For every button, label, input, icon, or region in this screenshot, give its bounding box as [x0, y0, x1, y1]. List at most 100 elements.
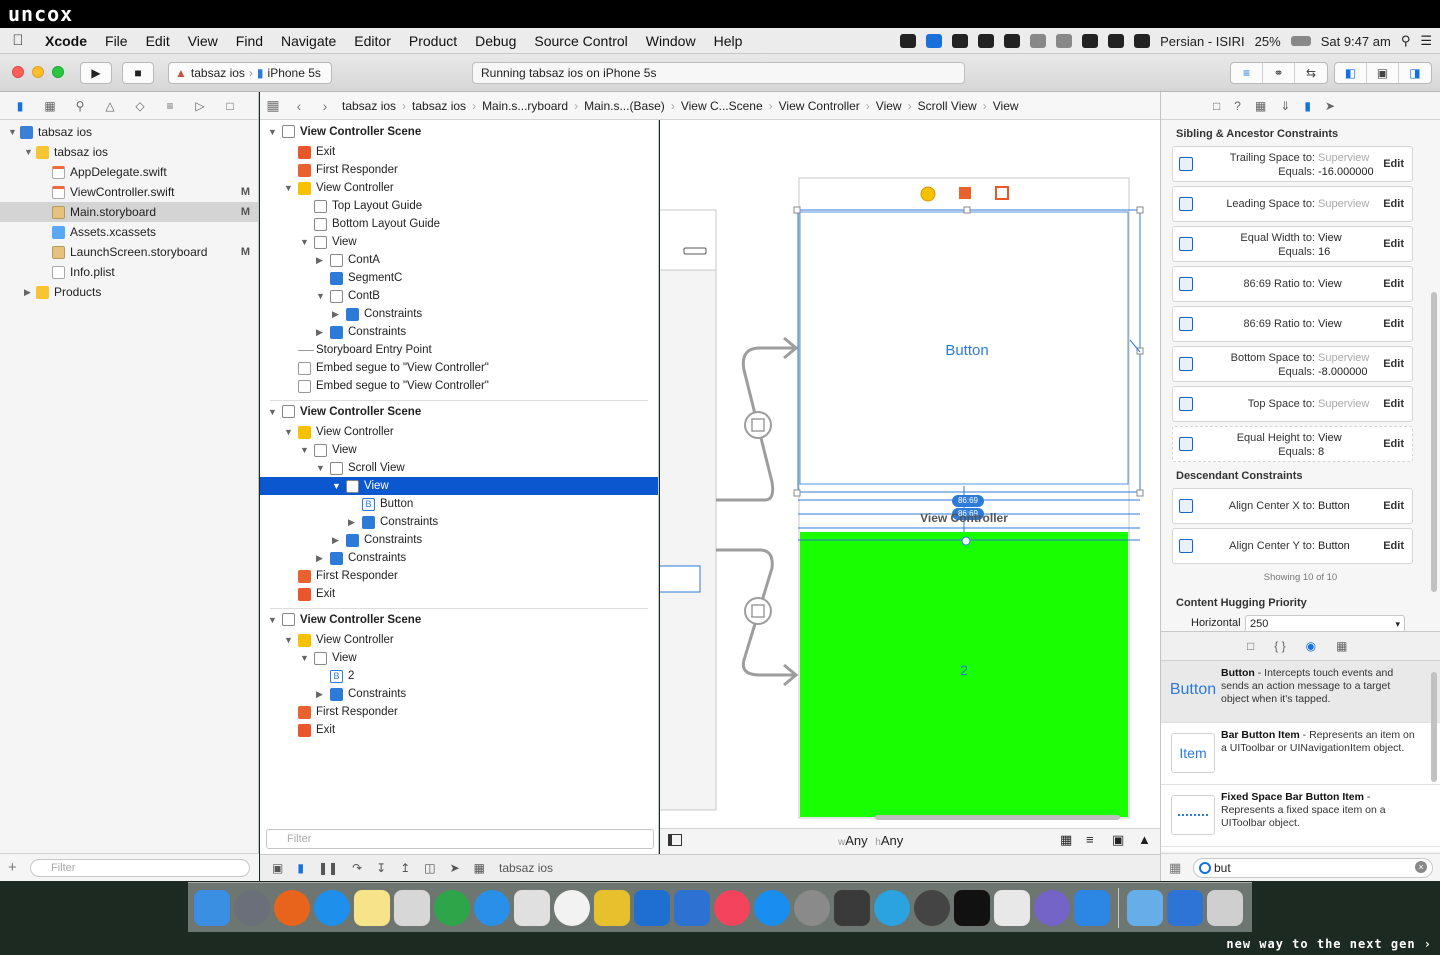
outline-scene-row[interactable]: ▼ View Controller Scene [260, 401, 658, 423]
disclosure-open-icon[interactable]: ▼ [8, 122, 18, 142]
constraint-card[interactable]: Top Space to: Superview Edit [1172, 386, 1413, 422]
disclosure-open-icon[interactable]: ▼ [284, 631, 293, 649]
disclosure-open-icon[interactable]: ▼ [300, 233, 309, 251]
chrome-icon[interactable] [434, 889, 470, 926]
jump-bar-item[interactable]: Main.s...(Base) [580, 99, 669, 113]
run-button[interactable]: ▶ [80, 62, 112, 84]
storyboard-canvas[interactable]: Button 86:69 86:69 View Controller 2 [660, 120, 1160, 828]
step-over-icon[interactable]: ↷ [352, 861, 362, 875]
align-icon[interactable]: ≡ [1086, 832, 1094, 847]
attributes-inspector-icon[interactable]: ⇓ [1280, 99, 1290, 113]
disclosure-open-icon[interactable]: ▼ [300, 649, 309, 667]
outline-row[interactable]: ▼ Scroll View [260, 459, 658, 477]
grid-view-icon[interactable]: ▦ [1169, 860, 1181, 876]
disclosure-open-icon[interactable]: ▼ [268, 121, 277, 143]
outline-row[interactable]: ▼ View [260, 233, 658, 251]
test-navigator-icon[interactable]: ◇ [132, 99, 148, 113]
navigator-item[interactable]: LaunchScreen.storyboard M [0, 242, 258, 262]
disclosure-open-icon[interactable]: ▼ [268, 609, 277, 631]
notes-icon[interactable] [354, 889, 390, 926]
hide-debug-area-icon[interactable]: ▣ [272, 861, 283, 875]
navigator-item[interactable]: ▼ tabsaz ios [0, 122, 258, 142]
constraint-card[interactable]: Leading Space to: Superview Edit [1172, 186, 1413, 222]
navigator-item[interactable]: ViewController.swift M [0, 182, 258, 202]
system-preferences-icon[interactable] [794, 889, 830, 926]
edit-constraint-button[interactable]: Edit [1383, 358, 1404, 370]
navigator-toggle-icon[interactable]: ◧ [1335, 63, 1367, 83]
constraint-card[interactable]: Equal Height to: View Equals: 8 Edit [1172, 426, 1413, 462]
forward-arrow-icon[interactable]: › [312, 98, 338, 114]
telegram-icon[interactable] [874, 889, 910, 926]
outline-row[interactable]: First Responder [260, 161, 658, 179]
edit-constraint-button[interactable]: Edit [1383, 158, 1404, 170]
descendant-constraint-card[interactable]: Align Center X to: Button Edit [1172, 488, 1413, 524]
apple-menu-icon[interactable]:  [0, 32, 36, 49]
outline-row[interactable]: Exit [260, 143, 658, 161]
descendant-constraint-card[interactable]: Align Center Y to: Button Edit [1172, 528, 1413, 564]
edit-constraint-button[interactable]: Edit [1383, 238, 1404, 250]
outline-row[interactable]: ▶ ContA [260, 251, 658, 269]
outline-row[interactable]: B2 [260, 667, 658, 685]
disclosure-closed-icon[interactable]: ▶ [332, 531, 339, 549]
symbol-navigator-icon[interactable]: ▦ [42, 99, 58, 113]
outline-toggle-icon[interactable] [668, 834, 682, 846]
debug-navigator-icon[interactable]: ≡ [162, 99, 178, 113]
identity-inspector-icon[interactable]: ▦ [1255, 99, 1266, 113]
disclosure-open-icon[interactable]: ▼ [24, 142, 34, 162]
keynote-icon[interactable] [634, 889, 670, 926]
edit-constraint-button[interactable]: Edit [1383, 438, 1404, 450]
constraint-card[interactable]: 86:69 Ratio to: View Edit [1172, 306, 1413, 342]
jump-bar-item[interactable]: View [872, 99, 906, 113]
jump-bar-item[interactable]: tabsaz ios [338, 99, 400, 113]
report-navigator-icon[interactable]: □ [222, 99, 238, 113]
find-navigator-icon[interactable]: ⚲ [72, 99, 88, 113]
navigator-item[interactable]: Main.storyboard M [0, 202, 258, 222]
outline-row[interactable]: First Responder [260, 567, 658, 585]
download-status-icon[interactable] [926, 34, 943, 48]
outline-row[interactable]: Top Layout Guide [260, 197, 658, 215]
airplay-status-icon[interactable] [952, 34, 969, 48]
disclosure-closed-icon[interactable]: ▶ [316, 549, 323, 567]
finder-icon[interactable] [194, 889, 230, 926]
inspector-scrollbar[interactable] [1431, 292, 1437, 592]
outline-row[interactable]: ▶ Constraints [260, 513, 658, 531]
size-class-selector[interactable]: wAny hAny [838, 833, 903, 848]
add-file-icon[interactable]: + [8, 859, 17, 876]
k-status-icon[interactable] [978, 34, 995, 48]
constraint-card[interactable]: 86:69 Ratio to: View Edit [1172, 266, 1413, 302]
outline-row[interactable]: B Button [260, 495, 658, 513]
media-library-icon[interactable]: ▦ [1336, 639, 1347, 653]
launchpad-icon[interactable] [234, 889, 270, 926]
outline-filter-input[interactable]: Filter [266, 829, 654, 849]
canvas-button-label[interactable]: Button [799, 342, 1135, 359]
code-snippet-library-icon[interactable]: { } [1274, 639, 1285, 653]
wifi-status-icon[interactable] [1082, 34, 1099, 48]
pin-icon[interactable]: ▣ [1112, 832, 1124, 848]
jump-bar-item[interactable]: tabsaz ios [408, 99, 470, 113]
embed-in-stack-icon[interactable]: ▦ [1060, 832, 1072, 848]
disclosure-closed-icon[interactable]: ▶ [348, 513, 355, 531]
clock[interactable]: Sat 9:47 am [1321, 34, 1391, 49]
notification-center-icon[interactable]: ☰ [1420, 33, 1432, 49]
navigator-filter-input[interactable]: Filter [30, 859, 250, 877]
jump-bar-item[interactable]: View [989, 99, 1023, 113]
scheme-selector[interactable]: ▲ tabsaz ios › ▮ iPhone 5s [168, 62, 332, 84]
disclosure-closed-icon[interactable]: ▶ [24, 282, 34, 302]
disclosure-closed-icon[interactable]: ▶ [316, 685, 323, 703]
navigator-item[interactable]: Assets.xcassets [0, 222, 258, 242]
library-search-input[interactable]: but [1193, 858, 1433, 878]
version-editor-icon[interactable]: ⇆ [1295, 63, 1327, 83]
outline-row[interactable]: ▼ View Controller [260, 423, 658, 441]
clear-search-icon[interactable]: × [1415, 861, 1427, 873]
navigator-item[interactable]: Info.plist [0, 262, 258, 282]
constraint-card[interactable]: Equal Width to: View Equals: 16 Edit [1172, 226, 1413, 262]
keyboard-status-icon[interactable] [1134, 34, 1151, 48]
library-item[interactable]: Button Button - Intercepts touch events a… [1161, 661, 1440, 723]
outline-scene-row[interactable]: ▼ View Controller Scene [260, 609, 658, 631]
stop-button[interactable]: ■ [122, 62, 154, 84]
bluetooth-status-icon[interactable] [1056, 34, 1073, 48]
outline-row[interactable]: ▶ Constraints [260, 531, 658, 549]
debug-target-label[interactable]: tabsaz ios [499, 861, 553, 875]
outline-scene-row[interactable]: ▼ View Controller Scene [260, 121, 658, 143]
menu-app-xcode[interactable]: Xcode [36, 33, 96, 49]
